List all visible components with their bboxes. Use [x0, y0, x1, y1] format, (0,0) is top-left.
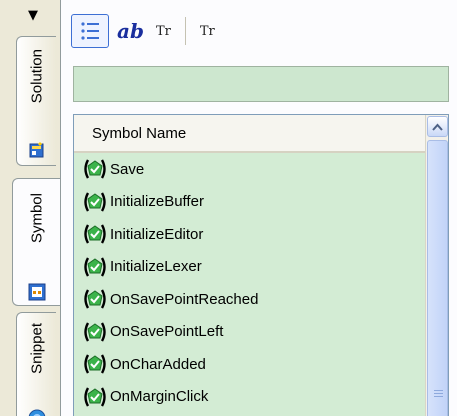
panel-tab-strip: ▼ Solution Symbol Snippet [0, 0, 60, 416]
function-icon [82, 158, 108, 180]
list-item[interactable]: Save [74, 153, 426, 186]
list-view-button[interactable] [71, 14, 109, 48]
list-item[interactable]: InitializeEditor [74, 218, 426, 251]
solution-icon [29, 142, 43, 158]
function-icon [82, 321, 108, 343]
column-header-symbol-name[interactable]: Symbol Name [74, 115, 426, 153]
symbol-name: InitializeBuffer [110, 193, 204, 211]
scroll-grip-icon [434, 390, 443, 397]
symbol-name: InitializeEditor [110, 225, 204, 243]
symbol-filter-input[interactable] [73, 66, 449, 102]
list-item[interactable]: OnCharAdded [74, 348, 426, 381]
chevron-up-icon [432, 123, 443, 131]
tab-menu-dropdown-button[interactable]: ▼ [14, 4, 52, 26]
toolbar-separator [184, 17, 186, 45]
tab-solution-label: Solution [28, 49, 45, 104]
triangle-down-icon: ▼ [28, 7, 38, 23]
function-icon [82, 191, 108, 213]
list-item[interactable]: InitializeBuffer [74, 186, 426, 219]
symbol-name: OnCharAdded [110, 355, 206, 373]
scroll-thumb[interactable] [427, 140, 448, 416]
snippet-icon [28, 409, 45, 416]
function-icon [82, 223, 108, 245]
symbol-icon [28, 283, 45, 301]
match-word-button[interactable]: ab [117, 14, 144, 48]
vertical-scrollbar[interactable] [425, 115, 448, 416]
font-button[interactable]: Tr [156, 14, 171, 48]
tab-symbol[interactable]: Symbol [12, 178, 60, 306]
tab-solution[interactable]: Solution [16, 36, 56, 166]
symbol-name: OnSavePointLeft [110, 323, 224, 341]
list-item[interactable]: OnSavePointLeft [74, 316, 426, 349]
list-view-icon [81, 22, 99, 40]
function-icon [82, 353, 108, 375]
function-icon [82, 256, 108, 278]
tab-snippet[interactable]: Snippet [16, 312, 56, 416]
symbol-list[interactable]: Symbol Name Save InitializeBuffer Initiali… [73, 114, 449, 416]
tab-symbol-label: Symbol [28, 193, 45, 244]
symbol-rows: Save InitializeBuffer InitializeEditor Init… [74, 153, 426, 413]
symbol-name: Save [110, 160, 145, 178]
scroll-up-button[interactable] [427, 116, 448, 137]
symbol-toolbar: ab Tr Tr [71, 10, 451, 52]
list-item[interactable]: InitializeLexer [74, 251, 426, 284]
list-item[interactable]: OnMarginClick [74, 381, 426, 414]
symbol-name: InitializeLexer [110, 258, 202, 276]
font-size-button[interactable]: Tr [200, 14, 215, 48]
list-item[interactable]: OnSavePointReached [74, 283, 426, 316]
symbol-name: OnMarginClick [110, 388, 209, 406]
function-icon [82, 386, 108, 408]
tab-snippet-label: Snippet [28, 323, 45, 374]
symbol-name: OnSavePointReached [110, 290, 259, 308]
function-icon [82, 288, 108, 310]
symbol-panel: ab Tr Tr Symbol Name Save InitializeBuffe… [60, 0, 457, 416]
